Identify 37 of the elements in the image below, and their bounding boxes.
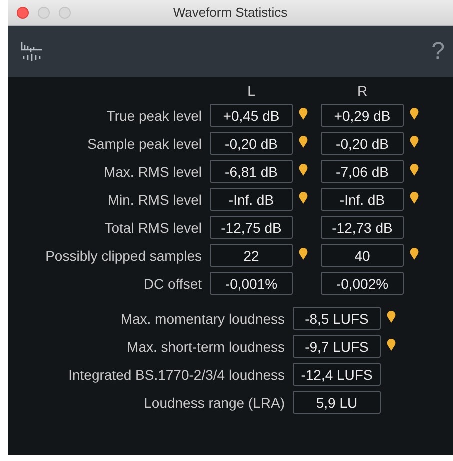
loudness-label: Loudness range (LRA) [143,394,286,410]
value-field: -12,75 dB [210,216,293,239]
value-field: -12,73 dB [321,216,404,239]
value-field: -7,06 dB [321,160,404,183]
stat-label: Total RMS level [104,220,203,236]
value-field: -0,20 dB [210,132,293,155]
column-header: R [356,83,369,99]
value-field: -Inf. dB [321,188,404,211]
stat-label: True peak level [106,108,203,124]
minimize-button[interactable] [38,6,50,18]
value-field: -0,001% [210,272,293,295]
value-field: -9,7 LUFS [293,335,381,358]
value-field: -6,81 dB [210,160,293,183]
stat-label: Max. RMS level [102,164,203,180]
value-field: -12,4 LUFS [293,363,381,386]
stat-label: DC offset [142,276,203,292]
column-header: L [246,83,256,99]
value-field: 22 [210,244,293,267]
loudness-label: Max. short-term loudness [126,338,286,354]
close-button[interactable] [17,6,29,18]
zoom-button[interactable] [59,6,71,18]
value-field: +0,29 dB [321,104,404,127]
value-field: +0,45 dB [210,104,293,127]
value-field: -8,5 LUFS [293,307,381,330]
stat-label: Min. RMS level [106,192,203,208]
waveform-statistics-icon [21,40,43,62]
value-field: -0,20 dB [321,132,404,155]
loudness-label: Integrated BS.1770-2/3/4 loudness [68,366,286,382]
help-button[interactable]: ? [432,38,445,66]
stat-label: Possibly clipped samples [44,248,203,264]
window-title: Waveform Statistics [173,5,288,20]
loudness-label: Max. momentary loudness [120,310,286,326]
value-field: -Inf. dB [210,188,293,211]
value-field: 5,9 LU [293,391,381,414]
stat-label: Sample peak level [86,136,203,152]
value-field: -0,002% [321,272,404,295]
value-field: 40 [321,244,404,267]
